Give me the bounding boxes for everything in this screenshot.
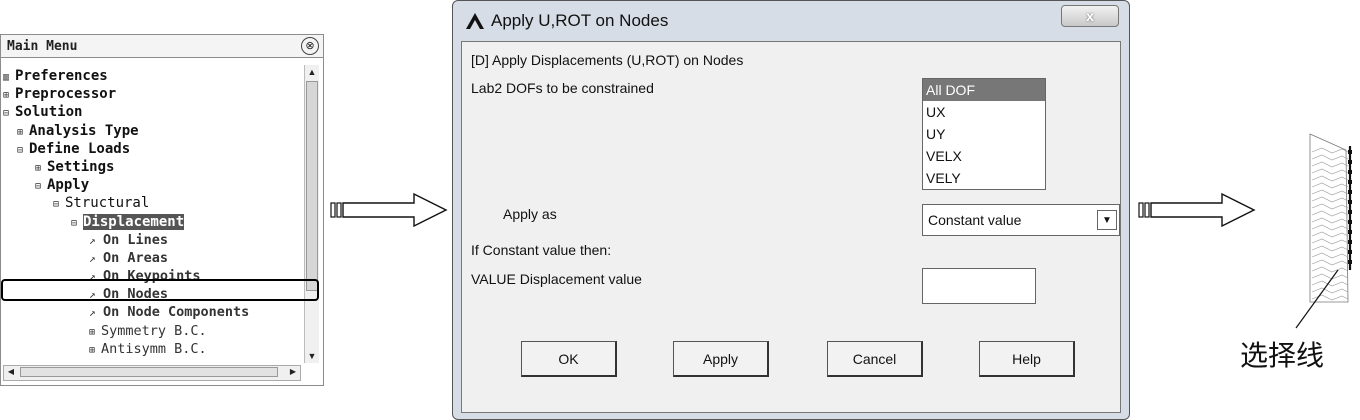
- apply-u-rot-dialog: Apply U,ROT on Nodes x [D] Apply Displac…: [452, 0, 1130, 420]
- menu-item-structural[interactable]: ⊟ Structural: [3, 194, 303, 212]
- help-button[interactable]: Help: [979, 341, 1075, 377]
- main-menu-tree: ▥ Preferences ⊞ Preprocessor ⊟ Solution ⊞ An…: [3, 67, 303, 357]
- dof-option-uy[interactable]: UY: [923, 123, 1045, 145]
- scroll-left-arrow-icon[interactable]: ◀: [5, 366, 17, 378]
- edge-node: [1348, 210, 1352, 214]
- menu-item-on-lines[interactable]: ↗ On Lines: [3, 231, 303, 249]
- edge-node: [1348, 160, 1352, 164]
- dof-option-vely[interactable]: VELY: [923, 167, 1045, 189]
- menu-item-displacement[interactable]: ⊟ Displacement: [3, 213, 303, 231]
- value-label: VALUE Displacement value: [471, 271, 642, 287]
- pick-arrow-icon: ↗: [89, 306, 96, 320]
- main-menu-title: Main Menu: [7, 39, 78, 54]
- menu-item-on-areas[interactable]: ↗ On Areas: [3, 249, 303, 267]
- dialog-heading: [D] Apply Displacements (U,ROT) on Nodes: [471, 52, 744, 68]
- chevron-down-icon[interactable]: ▼: [1097, 210, 1117, 230]
- pick-arrow-icon: ↗: [89, 251, 96, 265]
- select-line-label: 选择线: [1240, 340, 1325, 371]
- menu-item-solution[interactable]: ⊟ Solution: [3, 103, 303, 121]
- menu-item-preprocessor[interactable]: ⊞ Preprocessor: [3, 85, 303, 103]
- menu-item-antisymm-bc[interactable]: ⊞ Antisymm B.C.: [3, 340, 303, 357]
- apply-as-label: Apply as: [503, 206, 557, 222]
- scroll-up-arrow-icon[interactable]: ▲: [305, 65, 319, 79]
- edge-node: [1348, 190, 1352, 194]
- main-menu-panel: Main Menu ⊗ ▥ Preferences ⊞ Preprocessor ⊟…: [0, 34, 324, 386]
- menu-item-define-loads[interactable]: ⊟ Define Loads: [3, 140, 303, 158]
- ansys-logo-icon: [466, 13, 484, 29]
- menu-item-settings[interactable]: ⊞ Settings: [3, 158, 303, 176]
- edge-node: [1348, 170, 1352, 174]
- ok-button[interactable]: OK: [521, 341, 617, 377]
- edge-node: [1348, 150, 1352, 154]
- edge-node: [1348, 230, 1352, 234]
- lab2-label: Lab2 DOFs to be constrained: [471, 80, 654, 96]
- edge-node: [1348, 180, 1352, 184]
- edge-node: [1348, 200, 1352, 204]
- dialog-title-bar[interactable]: Apply U,ROT on Nodes x: [453, 1, 1129, 41]
- dof-option-all-dof[interactable]: All DOF: [923, 79, 1045, 101]
- edge-node: [1348, 240, 1352, 244]
- main-menu-horizontal-scrollbar[interactable]: ◀ ▶: [3, 365, 301, 381]
- edge-node: [1348, 250, 1352, 254]
- dialog-title: Apply U,ROT on Nodes: [491, 11, 669, 30]
- close-icon: x: [1086, 8, 1094, 24]
- edge-node: [1348, 220, 1352, 224]
- scroll-thumb[interactable]: [20, 367, 278, 377]
- main-menu-header: Main Menu ⊗: [1, 35, 323, 58]
- dof-option-ux[interactable]: UX: [923, 101, 1045, 123]
- menu-item-on-node-components[interactable]: ↗ On Node Components: [3, 303, 303, 321]
- menu-item-analysis-type[interactable]: ⊞ Analysis Type: [3, 122, 303, 140]
- pick-arrow-icon: ↗: [89, 233, 96, 247]
- menu-item-apply[interactable]: ⊟ Apply: [3, 176, 303, 194]
- right-arrow-icon: [330, 192, 448, 228]
- main-menu-vertical-scrollbar[interactable]: ▲ ▼: [304, 65, 319, 363]
- scroll-down-arrow-icon[interactable]: ▼: [305, 349, 319, 363]
- close-button[interactable]: x: [1061, 5, 1119, 27]
- cancel-button[interactable]: Cancel: [827, 341, 923, 377]
- on-nodes-highlight-box: [1, 279, 319, 301]
- apply-as-value: Constant value: [928, 212, 1022, 228]
- menu-item-symmetry-bc[interactable]: ⊞ Symmetry B.C.: [3, 322, 303, 340]
- apply-as-select[interactable]: Constant value ▼: [922, 204, 1120, 236]
- menu-item-preferences[interactable]: ▥ Preferences: [3, 67, 303, 85]
- dof-option-velx[interactable]: VELX: [923, 145, 1045, 167]
- double-chevron-icon[interactable]: ⊗: [301, 37, 319, 55]
- dialog-client-area: [D] Apply Displacements (U,ROT) on Nodes…: [461, 41, 1121, 413]
- apply-button[interactable]: Apply: [673, 341, 769, 377]
- if-constant-label: If Constant value then:: [471, 242, 612, 258]
- edge-node: [1348, 260, 1352, 264]
- scroll-right-arrow-icon[interactable]: ▶: [287, 366, 299, 378]
- scroll-thumb[interactable]: [306, 81, 318, 291]
- dof-listbox[interactable]: All DOF UX UY VELX VELY: [922, 78, 1046, 190]
- displacement-value-input[interactable]: [922, 268, 1036, 304]
